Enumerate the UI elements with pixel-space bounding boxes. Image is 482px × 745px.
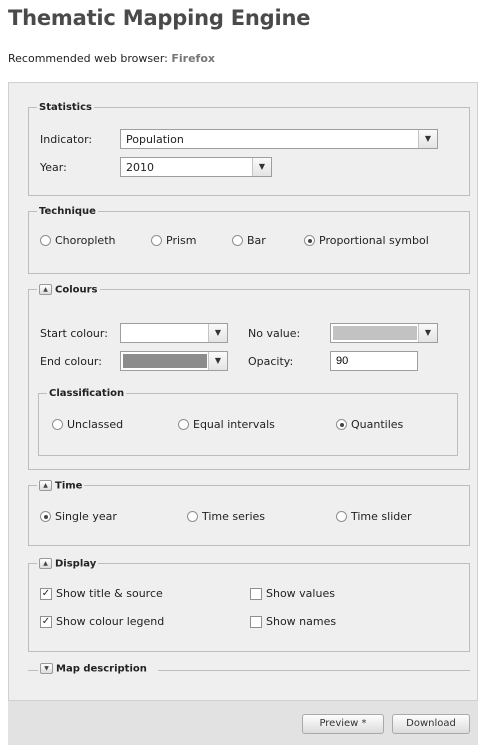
browser-label: Recommended web browser: [8,52,168,65]
classification-option-unclassed[interactable]: Unclassed [52,418,123,431]
technique-option-label: Choropleth [55,234,116,247]
start-colour-swatch [123,326,207,340]
time-option-label: Time slider [351,510,412,523]
preview-button[interactable]: Preview * [302,714,384,734]
classification-option-quantiles[interactable]: Quantiles [336,418,403,431]
radio-unclassed[interactable] [52,419,63,430]
indicator-label: Indicator: [40,133,93,146]
radio-single-year[interactable] [40,511,51,522]
checkbox-empty[interactable] [250,587,262,600]
show-names-label: Show names [266,615,337,628]
chevron-down-icon[interactable]: ▼ [208,324,227,342]
chevron-down-icon[interactable]: ▼ [418,130,437,148]
technique-option-label: Prism [166,234,197,247]
collapse-icon[interactable]: ▲ [39,480,52,491]
map-description-toggle[interactable]: ▼ Map description [40,663,147,675]
download-button[interactable]: Download [392,714,470,734]
show-values-label: Show values [266,587,335,600]
chevron-down-icon[interactable]: ▼ [252,158,271,176]
no-value-swatch [333,326,417,340]
show-title-source-label: Show title & source [56,587,163,600]
page-title: Thematic Mapping Engine [8,6,311,30]
checkmark-icon[interactable]: ✓ [40,587,52,600]
show-colour-legend-label: Show colour legend [56,615,165,628]
technique-option-choropleth[interactable]: Choropleth [40,234,115,247]
technique-option-prism[interactable]: Prism [151,234,196,247]
show-names-checkbox[interactable]: Show names [250,615,336,628]
radio-time-series[interactable] [187,511,198,522]
display-fieldset: ▲ Display [28,558,470,652]
map-description-rule-right [158,670,470,671]
year-select[interactable]: 2010 ▼ [120,157,272,177]
technique-legend: Technique [39,206,96,217]
time-legend-label: Time [55,480,83,492]
classification-option-label: Unclassed [67,418,124,431]
show-colour-legend-checkbox[interactable]: ✓ Show colour legend [40,615,164,628]
end-colour-swatch [123,354,207,368]
show-title-source-checkbox[interactable]: ✓ Show title & source [40,587,163,600]
colours-legend-label: Colours [55,284,98,296]
checkbox-empty[interactable] [250,615,262,628]
colours-legend[interactable]: ▲ Colours [37,284,100,296]
classification-option-label: Quantiles [351,418,404,431]
technique-option-label: Bar [247,234,266,247]
radio-quantiles[interactable] [336,419,347,430]
expand-icon[interactable]: ▼ [40,663,53,674]
time-legend[interactable]: ▲ Time [37,480,84,492]
time-option-time-slider[interactable]: Time slider [336,510,412,523]
time-option-label: Time series [202,510,265,523]
collapse-icon[interactable]: ▲ [39,558,52,569]
no-value-colour-select[interactable]: ▼ [330,323,438,343]
map-description-rule-left [28,670,38,671]
technique-option-proportional-symbol[interactable]: Proportional symbol [304,234,429,247]
technique-option-bar[interactable]: Bar [232,234,266,247]
time-option-time-series[interactable]: Time series [187,510,265,523]
start-colour-select[interactable]: ▼ [120,323,228,343]
show-values-checkbox[interactable]: Show values [250,587,335,600]
time-option-single-year[interactable]: Single year [40,510,117,523]
collapse-icon[interactable]: ▲ [39,284,52,295]
statistics-legend: Statistics [39,102,92,113]
radio-choropleth[interactable] [40,235,51,246]
start-colour-label: Start colour: [40,327,108,340]
classification-legend: Classification [49,388,125,399]
browser-recommendation: Recommended web browser: Firefox [8,52,215,65]
display-legend-label: Display [55,558,97,570]
year-label: Year: [40,161,67,174]
end-colour-label: End colour: [40,355,102,368]
radio-equal-intervals[interactable] [178,419,189,430]
checkmark-icon[interactable]: ✓ [40,615,52,628]
radio-time-slider[interactable] [336,511,347,522]
map-description-label: Map description [56,663,147,675]
no-value-label: No value: [248,327,301,340]
year-value: 2010 [126,161,154,174]
classification-option-label: Equal intervals [193,418,275,431]
end-colour-select[interactable]: ▼ [120,351,228,371]
indicator-select[interactable]: Population ▼ [120,129,438,149]
opacity-input[interactable] [330,351,418,371]
technique-option-label: Proportional symbol [319,234,429,247]
chevron-down-icon[interactable]: ▼ [418,324,437,342]
statistics-fieldset: Statistics [28,102,470,196]
radio-proportional-symbol[interactable] [304,235,315,246]
browser-value: Firefox [171,52,215,65]
display-legend[interactable]: ▲ Display [37,558,98,570]
radio-prism[interactable] [151,235,162,246]
radio-bar[interactable] [232,235,243,246]
opacity-label: Opacity: [248,355,294,368]
indicator-value: Population [126,133,184,146]
chevron-down-icon[interactable]: ▼ [208,352,227,370]
time-option-label: Single year [55,510,117,523]
classification-option-equal-intervals[interactable]: Equal intervals [178,418,275,431]
